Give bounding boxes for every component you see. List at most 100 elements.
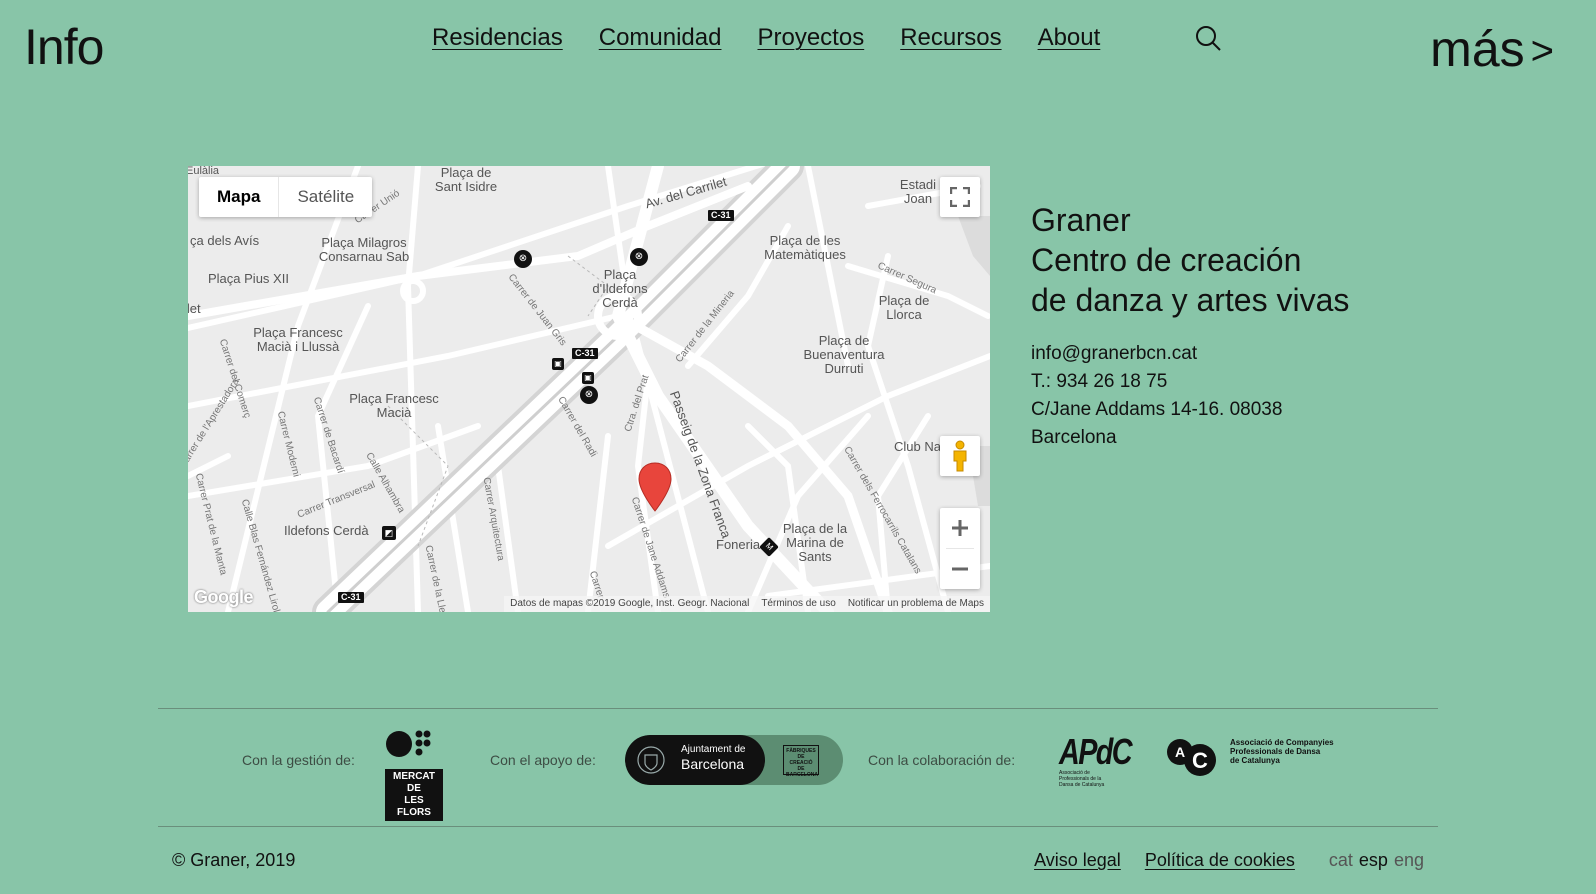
mdf-line: LES FLORS — [397, 795, 431, 818]
nav-proyectos[interactable]: Proyectos — [757, 24, 864, 52]
search-button[interactable] — [1194, 24, 1224, 54]
map-type-map-button[interactable]: Mapa — [199, 177, 278, 217]
nav-comunidad[interactable]: Comunidad — [599, 24, 722, 52]
main-nav: Residencias Comunidad Proyectos Recursos… — [432, 24, 1100, 52]
map-data-attribution: Datos de mapas ©2019 Google, Inst. Geogr… — [510, 598, 750, 609]
terms-link[interactable]: Términos de uso — [761, 596, 835, 612]
highway-shield: C-31 — [708, 210, 734, 221]
street-view-button[interactable] — [940, 436, 980, 476]
title-line: Graner — [1031, 202, 1131, 238]
lang-esp[interactable]: esp — [1359, 850, 1388, 871]
ajb-text: Ajuntament de Barcelona — [681, 743, 746, 772]
highway-shield: C-31 — [338, 592, 364, 603]
mdf-dots-icon — [386, 730, 431, 757]
fabriques-line: DE CREACIÓ — [789, 754, 813, 766]
map-place: llet — [188, 301, 201, 316]
map-place: Plaça de la Marina de Sants — [782, 521, 848, 564]
map-place: ça dels Avís — [190, 233, 260, 248]
contact-city: Barcelona — [1031, 427, 1117, 448]
contact-address: C/Jane Addams 14-16. 08038 — [1031, 399, 1283, 420]
chevron-right-icon: > — [1530, 28, 1554, 73]
site-logo[interactable]: Info — [24, 18, 104, 76]
bike-station-icon[interactable]: ⊗ — [630, 248, 648, 266]
adc-mark-icon: A C — [1167, 739, 1216, 776]
apdc-logo[interactable]: APdC Associació de Professionals de la D… — [1059, 731, 1149, 789]
map-place: Plaça Pius XII — [208, 271, 289, 286]
nav-residencias[interactable]: Residencias — [432, 24, 563, 52]
plus-icon — [952, 520, 968, 536]
map-place: Plaça Francesc Macià i Llussà — [253, 325, 343, 354]
bus-stop-icon[interactable]: ▣ — [582, 372, 594, 384]
managed-by-label: Con la gestión de: — [242, 752, 355, 768]
map-place: Plaça Milagros Consarnau Sab — [318, 235, 410, 264]
more-label: más — [1430, 21, 1525, 77]
zoom-out-button[interactable] — [940, 549, 980, 589]
contact-phone: T.: 934 26 18 75 — [1031, 371, 1168, 392]
map-place: Estadi Joan — [899, 177, 937, 206]
footer-links: Aviso legal Política de cookies cat esp … — [1034, 850, 1424, 871]
lang-cat[interactable]: cat — [1329, 850, 1353, 871]
language-switcher: cat esp eng — [1329, 850, 1424, 871]
map-place: Ildefons Cerdà — [284, 523, 369, 538]
map-place: Plaça d'Ildefons Cerdà — [592, 267, 648, 310]
adc-line: Professionals de Dansa — [1230, 747, 1321, 756]
adc-text: Associació de Companyies Professionals d… — [1230, 738, 1334, 765]
map-place: Plaça de les Matemàtiques — [764, 233, 846, 262]
copyright: © Graner, 2019 — [172, 850, 296, 870]
support-label: Con el apoyo de: — [490, 752, 596, 768]
map-place: Plaça Francesc Macià — [349, 391, 439, 420]
mercat-de-les-flors-logo[interactable]: MERCAT DE LES FLORS — [385, 730, 445, 821]
apdc-sub: Associació de Professionals de la Dansa … — [1059, 770, 1105, 788]
ajb-line-1: Ajuntament de — [681, 744, 746, 755]
map-type-control: Mapa Satélite — [199, 177, 373, 217]
station-icon[interactable]: ◩ — [382, 526, 396, 540]
bus-stop-icon[interactable]: ▣ — [552, 358, 564, 370]
cookie-policy-link[interactable]: Política de cookies — [1145, 850, 1295, 871]
bike-station-icon[interactable]: ⊗ — [514, 250, 532, 268]
footer-bottom: © Graner, 2019 Aviso legal Política de c… — [172, 846, 1424, 876]
zoom-control — [940, 508, 980, 589]
fullscreen-icon — [950, 187, 970, 207]
partners-row: Con la gestión de: MERCAT DE LES FLORS C… — [158, 708, 1438, 821]
svg-text:A: A — [1175, 744, 1185, 760]
svg-text:C: C — [1192, 748, 1208, 773]
nav-about[interactable]: About — [1038, 24, 1101, 52]
lang-eng[interactable]: eng — [1394, 850, 1424, 871]
adc-line: Associació de Companyies — [1230, 738, 1334, 747]
map-place: Plaça de Buenaventura Durruti — [803, 333, 885, 376]
more-button[interactable]: más > — [1430, 20, 1554, 78]
map-place: Plaça de Sant Isidre — [434, 166, 498, 194]
contact-details: info@granerbcn.cat T.: 934 26 18 75 C/Ja… — [1031, 340, 1282, 452]
mdf-text: MERCAT DE LES FLORS — [385, 769, 443, 821]
apdc-text: APdC — [1059, 731, 1133, 772]
zoom-in-button[interactable] — [940, 508, 980, 548]
mdf-line: MERCAT DE — [392, 771, 436, 794]
map-place: Foneria — [716, 537, 761, 552]
ajb-line-2: Barcelona — [681, 756, 745, 772]
google-logo[interactable]: Google — [194, 587, 254, 608]
nav-recursos[interactable]: Recursos — [900, 24, 1001, 52]
highway-shield: C-31 — [572, 348, 598, 359]
google-map[interactable]: Eulàlia Plaça de Sant Isidre Av. del Car… — [188, 166, 990, 612]
bike-station-icon[interactable]: ⊗ — [580, 386, 598, 404]
ajuntament-barcelona-logo[interactable]: Ajuntament de Barcelona FÀBRIQUES DE CRE… — [625, 735, 843, 785]
contact-email[interactable]: info@granerbcn.cat — [1031, 340, 1282, 368]
collaboration-label: Con la colaboración de: — [868, 752, 1016, 768]
fabriques-badge: FÀBRIQUES DE CREACIÓ DE BARCELONA — [783, 745, 819, 778]
minus-icon — [952, 567, 968, 571]
adc-line: de Catalunya — [1230, 756, 1280, 765]
map-attribution: Datos de mapas ©2019 Google, Inst. Geogr… — [504, 596, 990, 612]
search-icon — [1196, 26, 1221, 51]
legal-notice-link[interactable]: Aviso legal — [1034, 850, 1121, 871]
barcelona-shield-icon — [637, 746, 665, 774]
report-problem-link[interactable]: Notificar un problema de Maps — [848, 596, 984, 612]
map-type-satellite-button[interactable]: Satélite — [278, 177, 372, 217]
fabriques-line: DE BARCELONA — [786, 766, 818, 778]
footer-divider-bottom — [158, 826, 1438, 827]
fullscreen-button[interactable] — [940, 177, 980, 217]
title-line: de danza y artes vivas — [1031, 282, 1350, 318]
title-line: Centro de creación — [1031, 242, 1302, 278]
map-place: Club Na — [894, 439, 941, 454]
pegman-icon — [953, 440, 967, 472]
location-marker-icon[interactable] — [638, 462, 672, 512]
